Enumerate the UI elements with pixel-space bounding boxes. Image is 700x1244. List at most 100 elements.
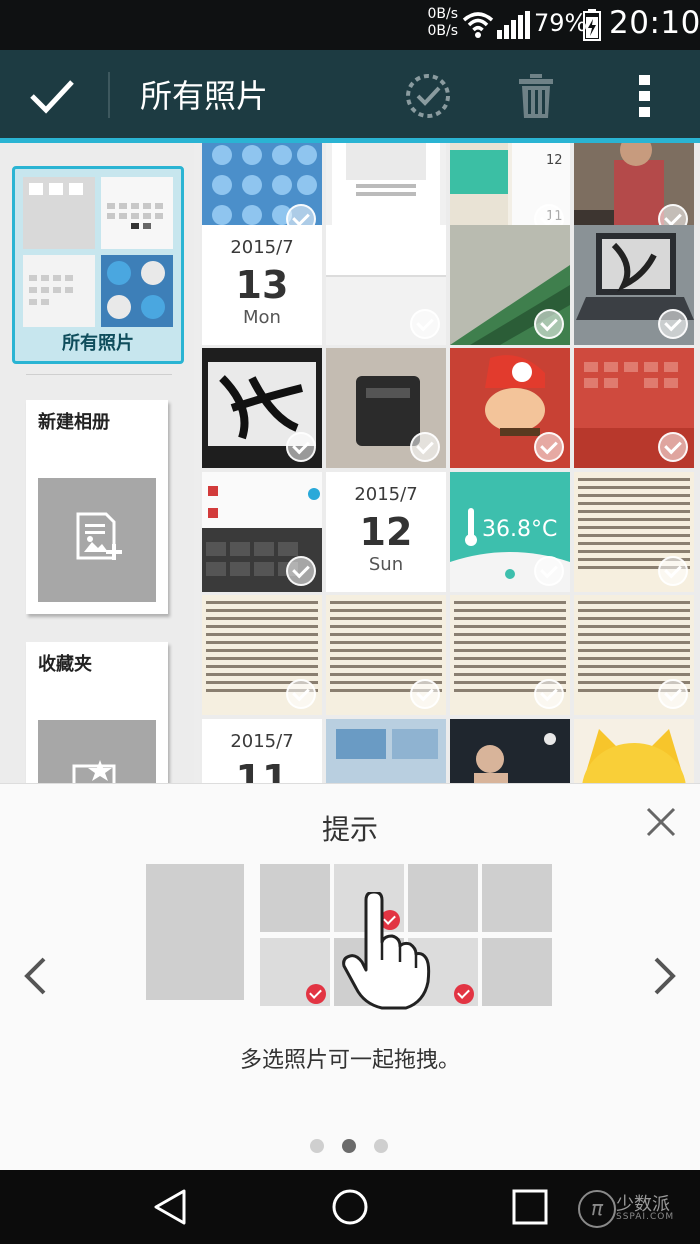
select-check-icon[interactable] xyxy=(658,309,688,339)
select-check-icon[interactable] xyxy=(410,309,440,339)
date-year-month: 2015/7 xyxy=(230,731,294,752)
new-album-icon xyxy=(76,512,122,560)
tips-illustration xyxy=(146,864,556,1014)
album-label: 收藏夹 xyxy=(38,654,92,675)
cover-thumb xyxy=(23,177,95,249)
download-speed: 0B/s xyxy=(427,23,458,39)
cover-thumb xyxy=(23,255,95,327)
page-dot[interactable] xyxy=(374,1139,388,1153)
photo-thumbnail[interactable] xyxy=(574,719,694,783)
hand-pointer-icon xyxy=(342,892,431,1010)
select-check-icon[interactable] xyxy=(410,679,440,709)
upload-speed: 0B/s xyxy=(427,6,458,22)
illustration-cell xyxy=(482,864,552,932)
illustration-cell xyxy=(260,864,330,932)
photo-thumbnail[interactable] xyxy=(574,595,694,715)
album-label: 所有照片 xyxy=(62,333,134,354)
battery-charging-icon xyxy=(583,9,601,41)
select-check-icon[interactable] xyxy=(410,432,440,462)
date-day: 13 xyxy=(235,263,289,307)
select-check-icon[interactable] xyxy=(286,432,316,462)
tips-title: 提示 xyxy=(321,813,378,846)
watermark-logo: π xyxy=(578,1190,616,1228)
album-new[interactable]: 新建相册 xyxy=(26,400,168,614)
photo-thumbnail[interactable] xyxy=(450,348,570,468)
gallery-screen: 0B/s 0B/s 79% 20:10 所有照片 所有照片 新建相册 收藏夹 1… xyxy=(0,0,700,1244)
photo-grid: 12 11 2015/7 13 Mon xyxy=(200,143,700,783)
page-indicator xyxy=(310,1139,390,1155)
more-icon[interactable] xyxy=(638,74,652,118)
watermark-domain: SSPAI.COM xyxy=(616,1212,675,1222)
tips-description: 多选照片可一起拖拽。 xyxy=(239,1048,460,1073)
date-day: 12 xyxy=(359,510,413,554)
photo-thumbnail[interactable] xyxy=(574,225,694,345)
status-bar: 0B/s 0B/s 79% 20:10 xyxy=(0,0,700,50)
tips-panel: 提示 多选照片可一起拖拽。 xyxy=(0,783,700,1171)
battery-percent: 79% xyxy=(534,9,588,37)
date-header: 2015/7 13 Mon xyxy=(202,225,322,345)
check-icon[interactable] xyxy=(28,76,76,116)
album-label: 新建相册 xyxy=(38,412,110,433)
photo-thumbnail[interactable] xyxy=(450,225,570,345)
network-speed: 0B/s 0B/s xyxy=(418,6,458,40)
page-dot-active[interactable] xyxy=(342,1139,356,1153)
red-check-icon xyxy=(306,984,326,1004)
delete-icon[interactable] xyxy=(518,72,554,120)
illustration-cell xyxy=(482,938,552,1006)
date-weekday: Mon xyxy=(243,307,281,328)
select-check-icon[interactable] xyxy=(658,556,688,586)
album-all-photos[interactable]: 所有照片 xyxy=(12,166,184,364)
photo-thumbnail[interactable] xyxy=(326,719,446,783)
photo-thumbnail[interactable]: 36.8°C xyxy=(450,472,570,592)
toolbar-divider xyxy=(108,72,110,118)
sidebar-divider xyxy=(26,374,172,375)
page-title: 所有照片 xyxy=(140,77,269,115)
cover-thumb xyxy=(101,177,173,249)
navigation-bar: π 少数派 SSPAI.COM xyxy=(0,1170,700,1244)
date-header: 2015/7 11 xyxy=(202,719,322,783)
select-check-icon[interactable] xyxy=(286,556,316,586)
close-icon[interactable] xyxy=(645,806,677,838)
date-year-month: 2015/7 xyxy=(354,484,418,505)
photo-thumbnail[interactable] xyxy=(450,719,570,783)
photo-thumbnail[interactable] xyxy=(326,225,446,345)
temperature-reading: 36.8°C xyxy=(482,517,557,542)
select-check-icon[interactable] xyxy=(658,432,688,462)
wifi-icon xyxy=(462,12,494,38)
back-icon[interactable] xyxy=(152,1188,188,1226)
date-header: 2015/7 12 Sun xyxy=(326,472,446,592)
action-toolbar: 所有照片 xyxy=(0,50,700,138)
red-check-icon xyxy=(454,984,474,1004)
date-weekday: Sun xyxy=(368,554,404,575)
home-icon[interactable] xyxy=(331,1188,369,1226)
select-check-icon[interactable] xyxy=(286,679,316,709)
album-placeholder xyxy=(38,478,156,602)
photo-thumbnail[interactable] xyxy=(574,472,694,592)
select-check-icon[interactable] xyxy=(534,556,564,586)
select-all-icon[interactable] xyxy=(404,72,452,120)
date-year-month: 2015/7 xyxy=(230,237,294,258)
photo-thumbnail[interactable] xyxy=(574,348,694,468)
photo-thumbnail[interactable] xyxy=(326,595,446,715)
photo-thumbnail[interactable] xyxy=(202,595,322,715)
select-check-icon[interactable] xyxy=(534,432,564,462)
illustration-album xyxy=(146,864,244,1000)
page-dot[interactable] xyxy=(310,1139,324,1153)
select-check-icon[interactable] xyxy=(534,309,564,339)
select-check-icon[interactable] xyxy=(534,679,564,709)
photo-thumbnail[interactable] xyxy=(202,472,322,592)
album-cover-collage xyxy=(23,177,173,327)
album-favorites[interactable]: 收藏夹 xyxy=(26,642,168,802)
photo-thumbnail[interactable] xyxy=(450,595,570,715)
chevron-right-icon[interactable] xyxy=(652,956,678,996)
photo-thumbnail[interactable] xyxy=(202,348,322,468)
signal-icon xyxy=(497,11,530,39)
select-check-icon[interactable] xyxy=(658,679,688,709)
cover-thumb xyxy=(101,255,173,327)
date-day: 11 xyxy=(235,757,289,783)
chevron-left-icon[interactable] xyxy=(22,956,48,996)
clock: 20:10 xyxy=(609,5,700,41)
recent-apps-icon[interactable] xyxy=(512,1189,548,1225)
svg-text:12: 12 xyxy=(546,153,563,168)
photo-thumbnail[interactable] xyxy=(326,348,446,468)
